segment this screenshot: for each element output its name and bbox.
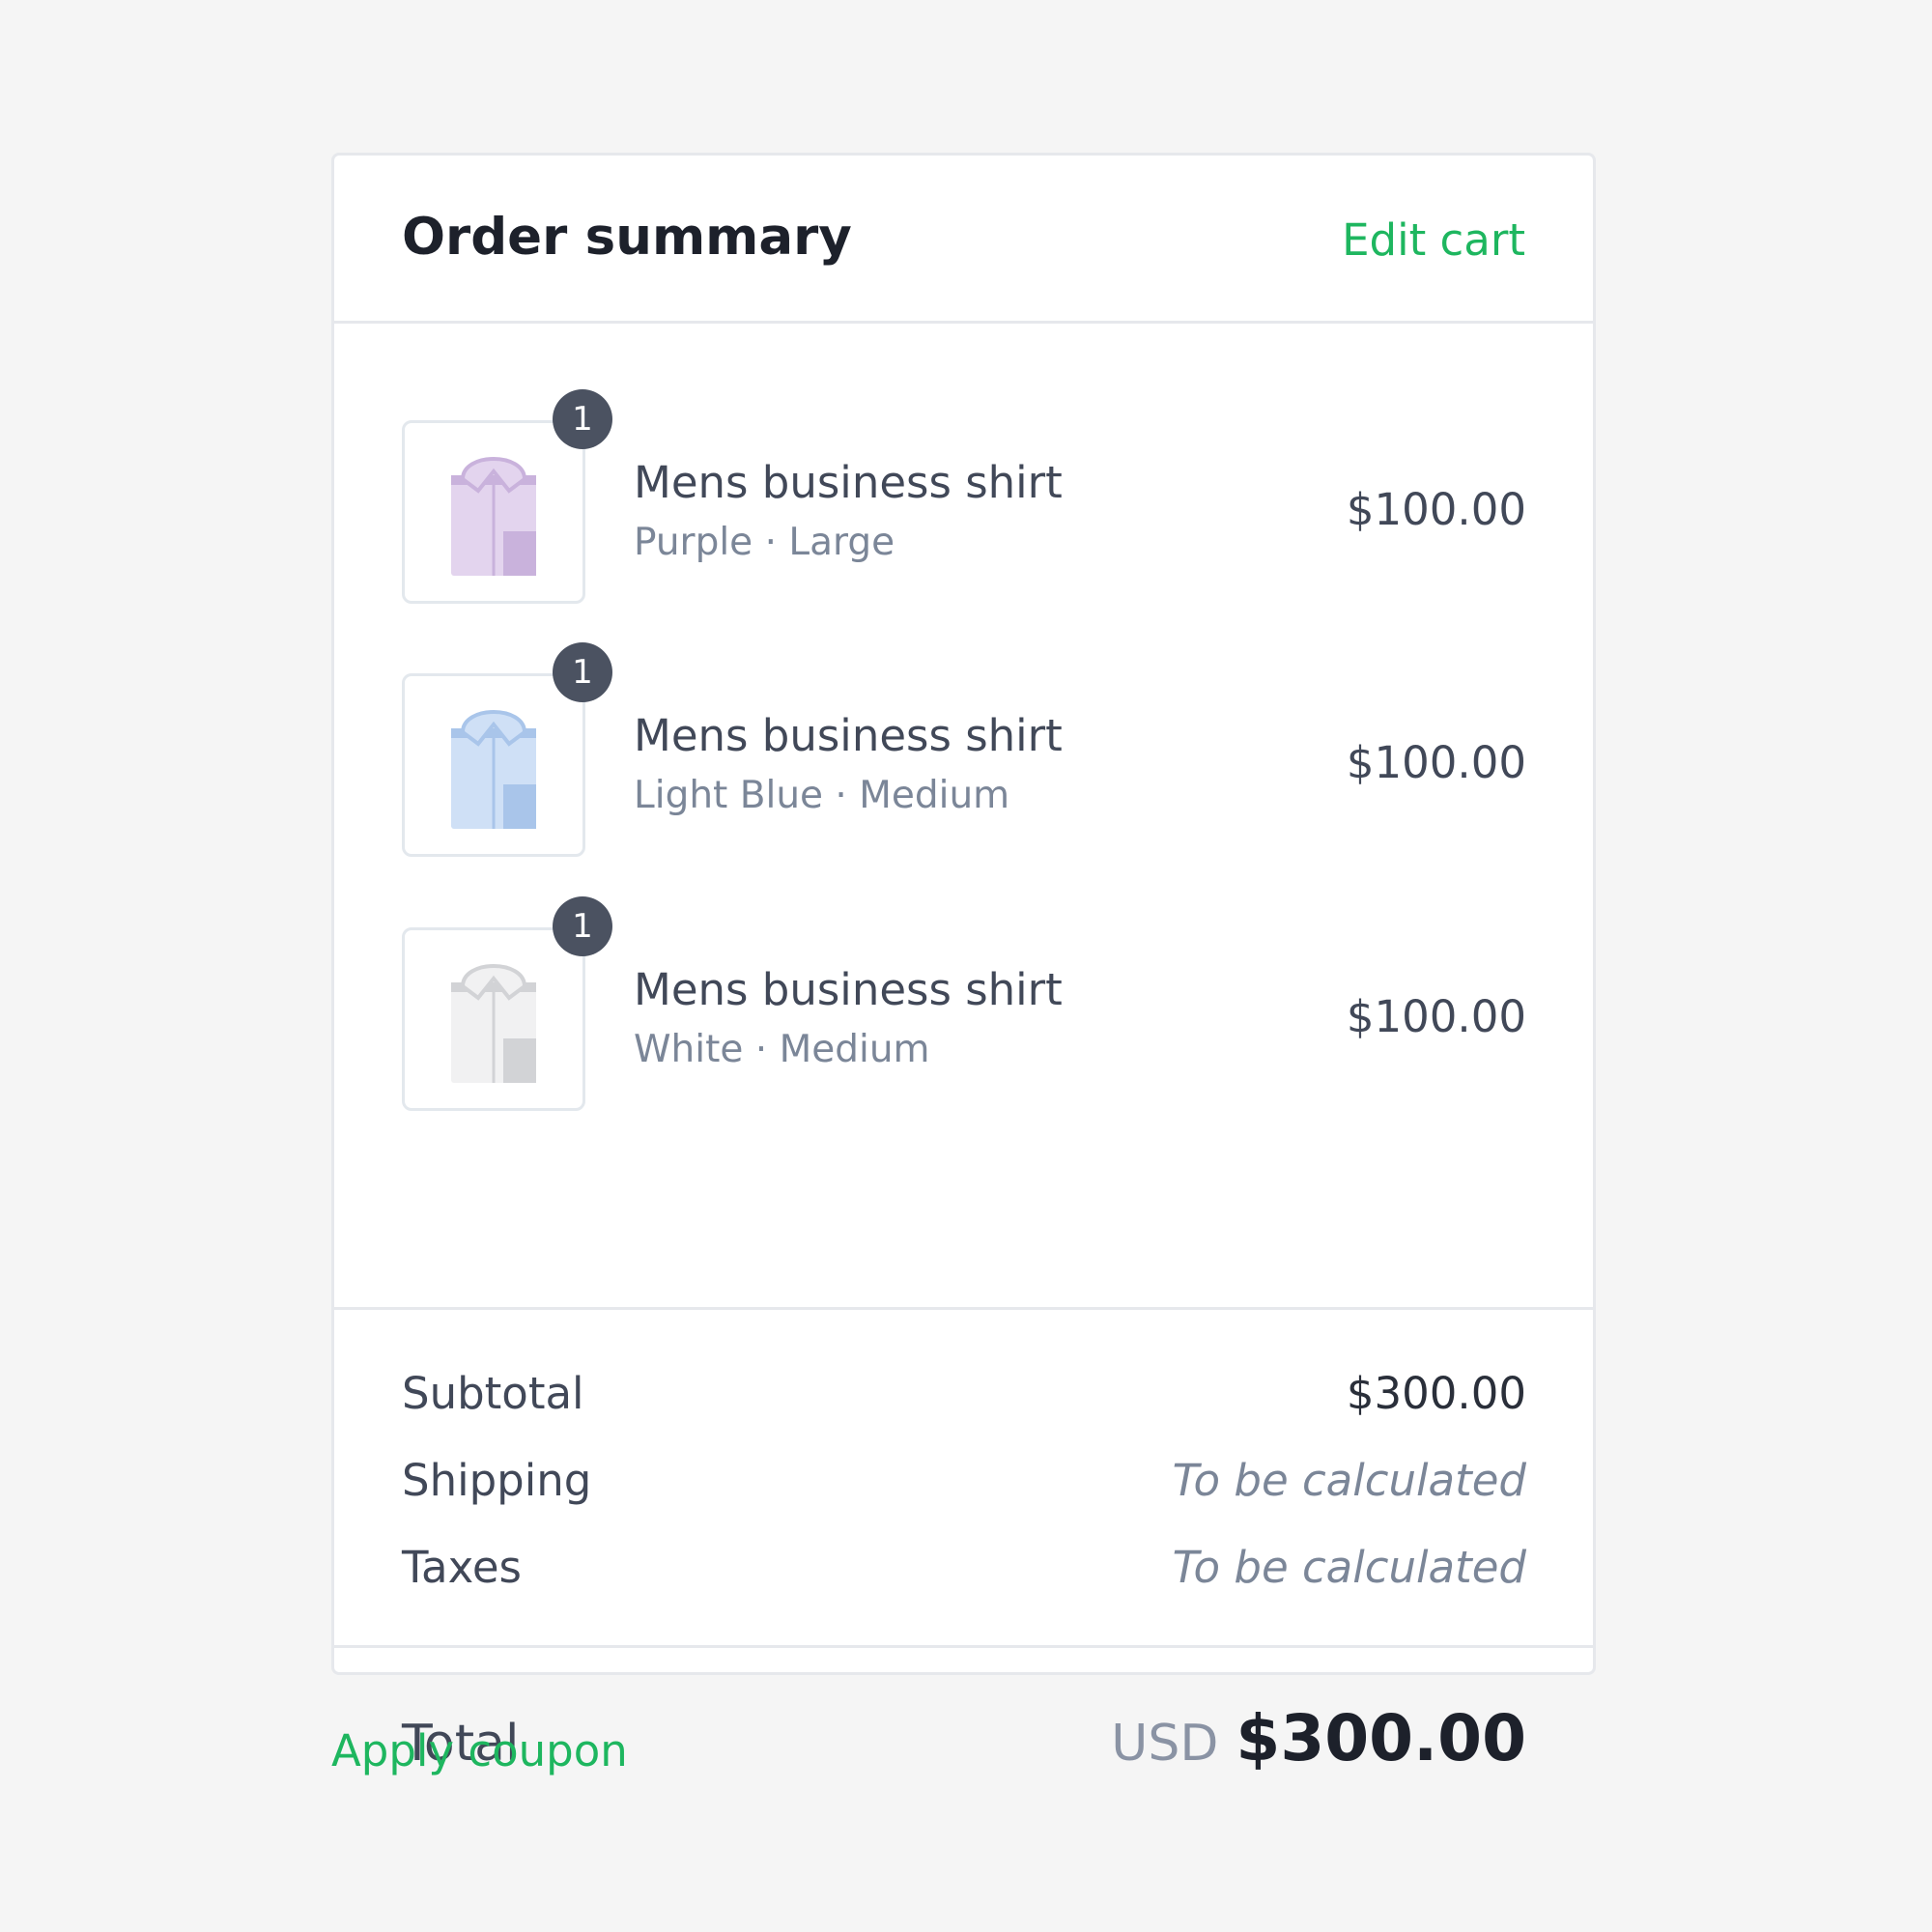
subtotal-value: $300.00 bbox=[1346, 1368, 1526, 1419]
folded-shirt-icon bbox=[451, 964, 536, 1083]
product-thumbnail bbox=[402, 927, 585, 1111]
product-thumbnail bbox=[402, 420, 585, 604]
cart-item-list: 1 Mens business shirt Purple · Large $10… bbox=[334, 324, 1593, 1310]
taxes-row: Taxes To be calculated bbox=[402, 1542, 1526, 1600]
cart-item: 1 Mens business shirt Purple · Large $10… bbox=[402, 389, 1526, 604]
subtotal-label: Subtotal bbox=[402, 1368, 584, 1419]
grand-total-amount: $300.00 bbox=[1236, 1701, 1526, 1776]
shipping-value: To be calculated bbox=[1172, 1455, 1526, 1506]
shipping-row: Shipping To be calculated bbox=[402, 1455, 1526, 1513]
folded-shirt-icon bbox=[451, 710, 536, 829]
order-summary-header: Order summary Edit cart bbox=[334, 156, 1593, 324]
item-name: Mens business shirt bbox=[634, 964, 1063, 1015]
item-price: $100.00 bbox=[1346, 484, 1526, 535]
shipping-label: Shipping bbox=[402, 1455, 592, 1506]
quantity-badge: 1 bbox=[553, 389, 612, 449]
total-value: USD $300.00 bbox=[1111, 1701, 1526, 1776]
quantity-badge: 1 bbox=[553, 896, 612, 956]
item-variant: Light Blue · Medium bbox=[634, 774, 1010, 817]
page-title: Order summary bbox=[402, 208, 852, 267]
order-summary-card: Order summary Edit cart 1 Mens business … bbox=[331, 153, 1596, 1776]
cart-item: 1 Mens business shirt Light Blue · Mediu… bbox=[402, 642, 1526, 857]
quantity-badge: 1 bbox=[553, 642, 612, 702]
cart-item: 1 Mens business shirt White · Medium $10… bbox=[402, 896, 1526, 1111]
folded-shirt-icon bbox=[451, 457, 536, 576]
item-price: $100.00 bbox=[1346, 991, 1526, 1042]
item-variant: White · Medium bbox=[634, 1028, 930, 1071]
item-name: Mens business shirt bbox=[634, 457, 1063, 508]
item-variant: Purple · Large bbox=[634, 521, 895, 564]
item-name: Mens business shirt bbox=[634, 710, 1063, 761]
apply-coupon-link[interactable]: Apply coupon bbox=[331, 1725, 628, 1776]
item-price: $100.00 bbox=[1346, 737, 1526, 788]
taxes-value: To be calculated bbox=[1172, 1542, 1526, 1593]
product-thumbnail bbox=[402, 673, 585, 857]
currency-code: USD bbox=[1111, 1715, 1219, 1773]
subtotal-row: Subtotal $300.00 bbox=[402, 1368, 1526, 1426]
price-breakdown: Subtotal $300.00 Shipping To be calculat… bbox=[334, 1310, 1593, 1648]
taxes-label: Taxes bbox=[402, 1542, 522, 1593]
edit-cart-link[interactable]: Edit cart bbox=[1342, 214, 1525, 266]
